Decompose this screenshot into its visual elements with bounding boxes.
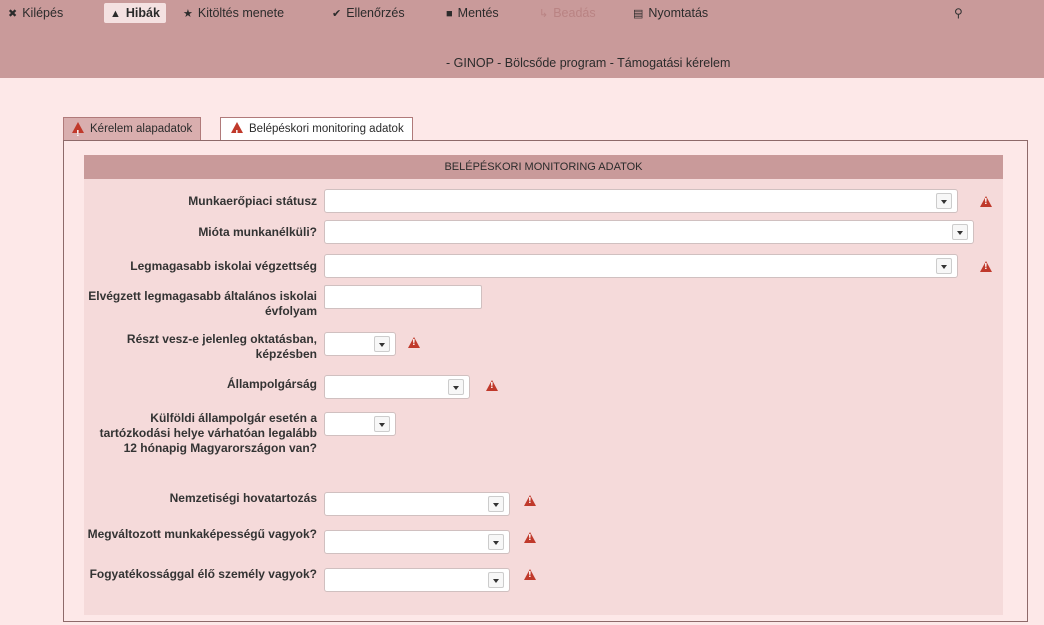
- field-label: Fogyatékossággal élő személy vagyok?: [89, 567, 317, 581]
- toolbar: ✖ Kilépés ▲ Hibák ★ Kitöltés menete ✔ Ellenő…: [0, 0, 1044, 23]
- field-label: Állampolgárság: [226, 377, 317, 391]
- field-label: Részt vesz-e jelenleg oktatásban, képzés…: [126, 332, 317, 361]
- chevron-down-icon: [936, 193, 952, 209]
- tab-application-basics[interactable]: Kérelem alapadatok: [63, 117, 202, 145]
- chevron-down-icon: [936, 258, 952, 274]
- print-button[interactable]: ▤ Nyomtatás: [633, 3, 708, 23]
- field-label: Megváltozott munkaképességű vagyok?: [87, 527, 317, 541]
- citizenship-select[interactable]: [324, 375, 470, 399]
- exit-button[interactable]: ✖ Kilépés: [8, 3, 63, 23]
- warning-icon: [231, 122, 243, 145]
- primary-school-grade-input[interactable]: [324, 285, 482, 309]
- top-bar: ✖ Kilépés ▲ Hibák ★ Kitöltés menete ✔ Ellenő…: [0, 0, 1044, 78]
- close-icon: ✖: [8, 8, 18, 20]
- fill-guide-button[interactable]: ★ Kitöltés menete: [183, 3, 284, 23]
- chevron-down-icon: [488, 572, 504, 588]
- field-label: Elvégzett legmagasabb általános iskolai …: [88, 289, 317, 318]
- chevron-down-icon: [448, 379, 464, 395]
- print-icon: ▤: [633, 8, 644, 20]
- page-subtitle: - GINOP - Bölcsőde program - Támogatási …: [446, 56, 731, 70]
- warning-icon: [524, 569, 536, 580]
- user-icon[interactable]: ⚲: [954, 6, 963, 20]
- warning-icon: [486, 380, 498, 391]
- warning-icon: [72, 122, 84, 145]
- warning-icon: [524, 532, 536, 543]
- warning-icon: ▲: [110, 8, 121, 20]
- reduced-capacity-select[interactable]: [324, 530, 510, 554]
- chevron-down-icon: [488, 496, 504, 512]
- warning-icon: [980, 261, 992, 272]
- save-icon: ■: [446, 8, 453, 20]
- chevron-down-icon: [488, 534, 504, 550]
- warning-icon: [408, 337, 420, 348]
- field-label: Mióta munkanélküli?: [198, 225, 317, 239]
- in-education-select[interactable]: [324, 332, 396, 356]
- field-label: Külföldi állampolgár esetén a tartózkodá…: [99, 411, 317, 455]
- field-label: Legmagasabb iskolai végzettség: [130, 259, 317, 273]
- chevron-down-icon: [374, 336, 390, 352]
- field-label: Nemzetiségi hovatartozás: [169, 491, 317, 505]
- foreign-residence-select[interactable]: [324, 412, 396, 436]
- errors-button[interactable]: ▲ Hibák: [104, 3, 166, 23]
- star-icon: ★: [183, 8, 193, 20]
- disability-select[interactable]: [324, 568, 510, 592]
- save-button[interactable]: ■ Mentés: [446, 3, 499, 23]
- nationality-select[interactable]: [324, 492, 510, 516]
- submit-icon: ↳: [539, 8, 549, 20]
- unemployed-since-select[interactable]: [324, 220, 974, 244]
- chevron-down-icon: [952, 224, 968, 240]
- check-icon: ✔: [332, 8, 342, 20]
- warning-icon: [524, 495, 536, 506]
- tab-entry-monitoring[interactable]: Belépéskori monitoring adatok: [220, 117, 413, 145]
- field-label: Munkaerőpiaci státusz: [188, 194, 317, 208]
- warning-icon: [980, 196, 992, 207]
- chevron-down-icon: [374, 416, 390, 432]
- section-header: BELÉPÉSKORI MONITORING ADATOK: [84, 155, 1003, 179]
- education-level-select[interactable]: [324, 254, 958, 278]
- submit-button[interactable]: ↳ Beadás: [539, 3, 596, 23]
- form-panel: BELÉPÉSKORI MONITORING ADATOK Munkaerőpi…: [63, 140, 1028, 622]
- labor-status-select[interactable]: [324, 189, 958, 213]
- check-button[interactable]: ✔ Ellenőrzés: [332, 3, 405, 23]
- form-section: BELÉPÉSKORI MONITORING ADATOK Munkaerőpi…: [84, 155, 1003, 615]
